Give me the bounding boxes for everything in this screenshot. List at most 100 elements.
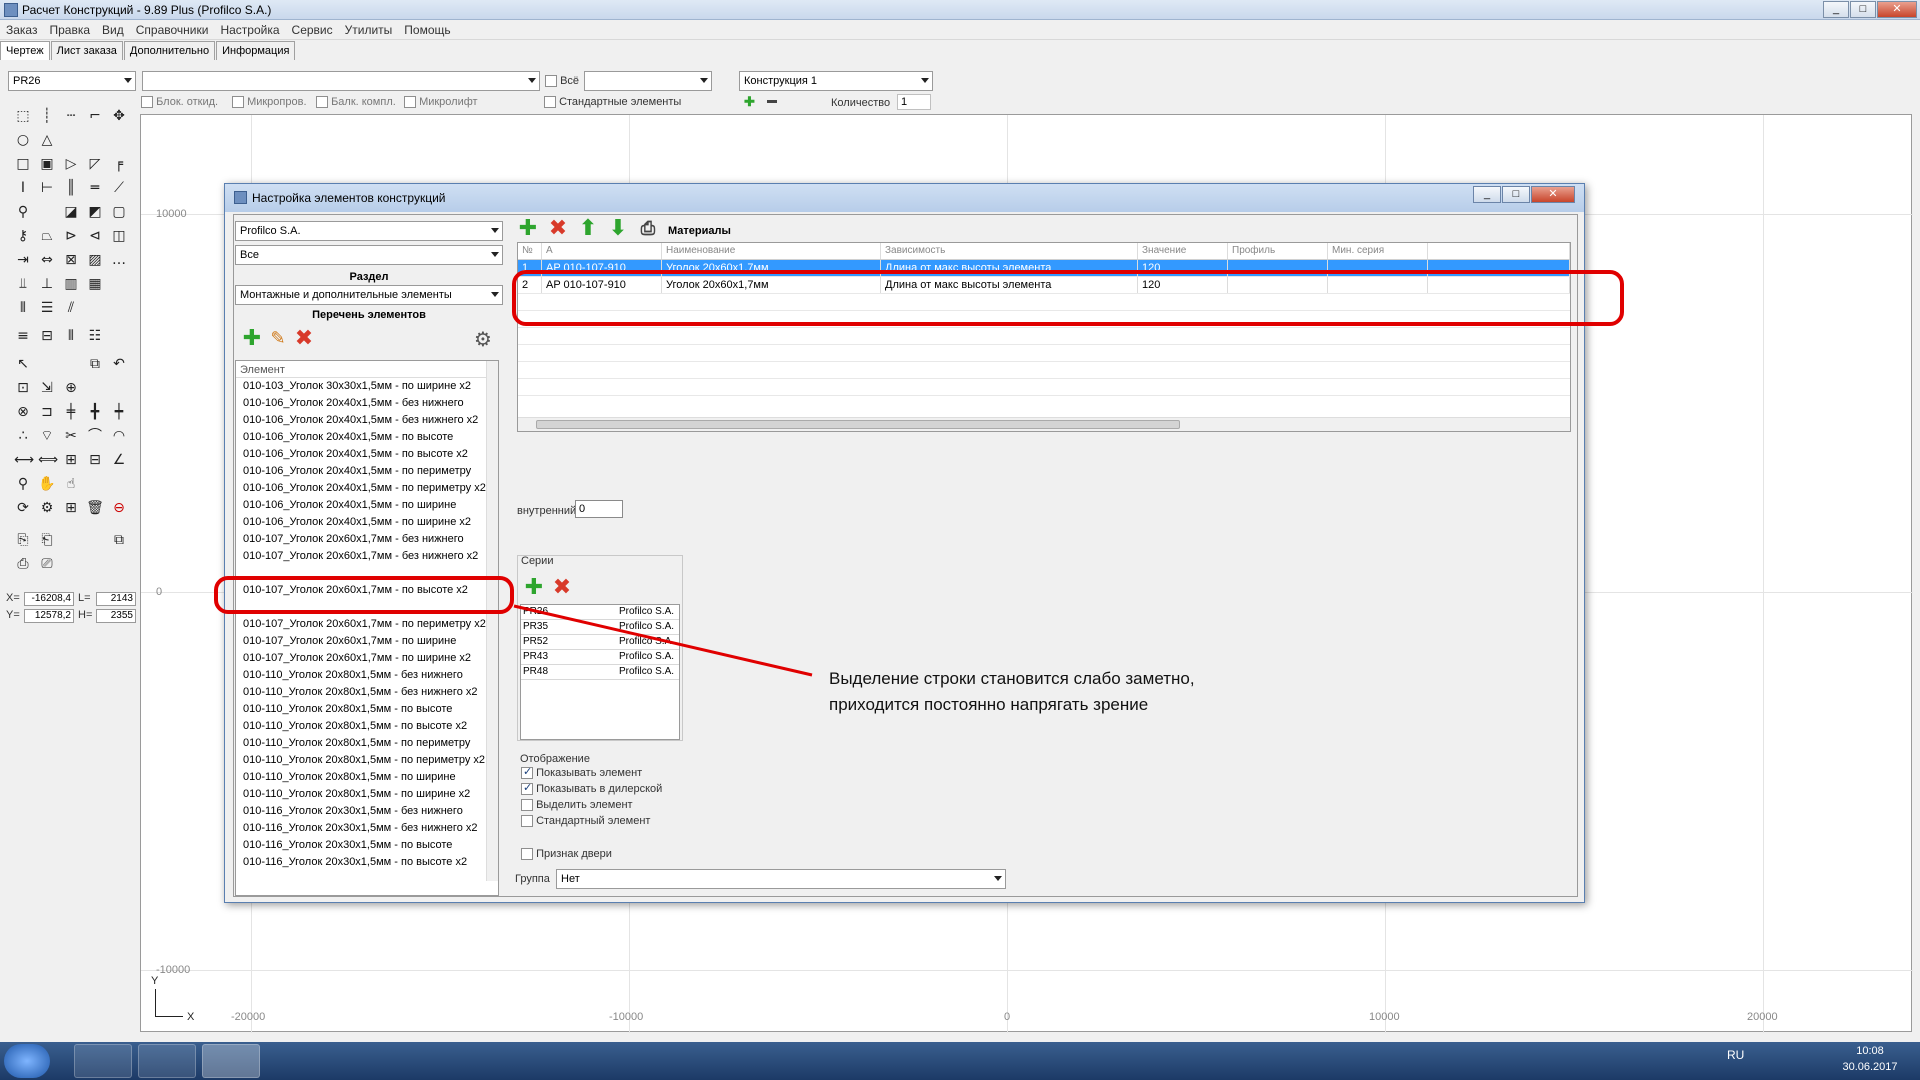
hinge-icon[interactable]: ⚲ [14,203,32,221]
series-row[interactable]: PR48 Profilco S.A. [521,665,679,680]
magnifier-icon[interactable]: ⚲ [14,475,32,493]
dim-v-icon[interactable]: ⟺ [38,451,58,469]
start-button[interactable] [4,1044,50,1078]
list-item[interactable]: 010-110_Уголок 20х80х1,5мм - без нижнего… [236,684,498,701]
menu-view[interactable]: Вид [96,20,130,37]
plus-dashed-icon[interactable]: ┿ [110,403,128,421]
dim-chain-icon[interactable]: ⊞ [62,451,80,469]
arc-icon[interactable]: ⌒ [86,427,104,445]
tab-additional[interactable]: Дополнительно [123,41,216,60]
list-item[interactable]: 010-106_Уголок 20х40х1,5мм - по ширине [236,497,498,514]
blinds-icon[interactable]: ⊟ [38,327,56,345]
add-element-icon[interactable]: ✚ [240,327,264,351]
move-up-icon[interactable]: ⬆ [576,217,600,241]
inner-input[interactable]: 0 [575,500,623,518]
zoom-window-icon[interactable]: ⧉ [86,355,104,373]
element-list[interactable]: Элемент 010-103_Уголок 30х30х1,5мм - по … [235,360,499,896]
maximize-button[interactable]: □ [1850,1,1876,18]
highlight-element-checkbox[interactable]: Выделить элемент [521,799,633,812]
layers-icon[interactable]: ⧉ [110,531,128,549]
clock-time[interactable]: 10:08 [1840,1045,1900,1057]
glass-icon[interactable]: ◩ [86,203,104,221]
more-icon[interactable]: … [110,251,128,269]
open-left-icon[interactable]: ⊲ [86,227,104,245]
chk-microlift[interactable]: Микролифт [404,96,478,109]
group-combo[interactable]: Нет [556,869,1006,889]
menu-order[interactable]: Заказ [0,20,43,37]
open-right-icon[interactable]: ⊳ [62,227,80,245]
series-row[interactable]: PR43 Profilco S.A. [521,650,679,665]
tab-info[interactable]: Информация [216,41,296,60]
anchor-icon[interactable]: ⊥ [38,275,56,293]
series-list[interactable]: PR26 Profilco S.A. PR35 Profilco S.A. PR52 Pr… [520,604,680,740]
show-element-checkbox[interactable]: Показывать элемент [521,765,642,780]
list-item[interactable]: 010-106_Уголок 20х40х1,5мм - без нижнего [236,395,498,412]
doc-list-icon[interactable]: ⎚ [38,555,56,573]
taskbar-chrome-icon[interactable] [138,1044,196,1078]
list-item[interactable]: 010-110_Уголок 20х80х1,5мм - по периметр… [236,735,498,752]
handle-icon[interactable]: ╒ [110,155,128,173]
list-item[interactable]: 010-107_Уголок 20х60х1,7мм - по периметр… [236,616,498,633]
arc-r-icon[interactable]: ◠ [110,427,128,445]
diagonal-icon[interactable]: ⟋ [110,179,128,197]
list-item[interactable]: 010-110_Уголок 20х80х1,5мм - без нижнего [236,667,498,684]
tilt-icon[interactable]: ◫ [110,227,128,245]
grid-icon[interactable]: ▦ [86,275,104,293]
sash-icon[interactable]: ◸ [86,155,104,173]
show-dealer-checkbox[interactable]: Показывать в дилерской [521,781,662,796]
standard-element-checkbox[interactable]: Стандартный элемент [521,815,650,828]
menu-help[interactable]: Помощь [398,20,456,37]
tab-drawing[interactable]: Чертеж [0,41,50,60]
materials-hscrollbar[interactable] [518,417,1570,431]
gear-icon[interactable]: ⚙ [471,327,495,351]
circle-icon[interactable]: ○ [14,131,32,149]
delete-material-icon[interactable]: ✖ [546,217,570,241]
chk-standard[interactable]: Стандартные элементы [544,96,681,109]
zoom-rect-icon[interactable]: ⊡ [14,379,32,397]
edit-element-icon[interactable]: ✎ [266,327,290,351]
taskbar-explorer-icon[interactable] [74,1044,132,1078]
list-item[interactable]: 010-116_Уголок 20х30х1,5мм - без нижнего… [236,820,498,837]
language-indicator[interactable]: RU [1727,1048,1744,1062]
menu-references[interactable]: Справочники [130,20,215,37]
all-checkbox[interactable]: Всё [545,75,579,88]
move-down-icon[interactable]: ⬇ [606,217,630,241]
series-row[interactable]: PR26 Profilco S.A. [521,605,679,620]
dialog-maximize-button[interactable]: □ [1502,186,1530,203]
list-item[interactable]: 010-106_Уголок 20х40х1,5мм - по периметр… [236,463,498,480]
chk-micro[interactable]: Микропров. [232,96,307,109]
list-item[interactable]: 010-106_Уголок 20х40х1,5мм - по высоте х… [236,446,498,463]
list-item[interactable]: 010-107_Уголок 20х60х1,7мм - без нижнего [236,531,498,548]
undo-icon[interactable]: ↶ [110,355,128,373]
measure-icon[interactable]: ⌐ [86,107,104,125]
menu-utilities[interactable]: Утилиты [339,20,399,37]
hatch-icon[interactable]: ▨ [86,251,104,269]
add-series-icon[interactable]: ✚ [522,576,546,600]
fit-icon[interactable]: ⊞ [62,499,80,517]
diag-bars-icon[interactable]: ⫽ [62,299,80,317]
square-icon[interactable]: □ [14,155,32,173]
slide-icon[interactable]: ⇔ [38,251,56,269]
dim-total-icon[interactable]: ⊟ [86,451,104,469]
print-icon[interactable]: ⎙ [636,217,660,241]
door-sign-checkbox[interactable]: Признак двери [521,848,612,861]
tab-order-sheet[interactable]: Лист заказа [50,41,123,60]
hand-icon[interactable]: ✋ [38,475,56,493]
list-item[interactable]: 010-110_Уголок 20х80х1,5мм - по ширине х… [236,786,498,803]
list-item[interactable]: 010-106_Уголок 20х40х1,5мм - по ширине х… [236,514,498,531]
series-row[interactable]: PR35 Profilco S.A. [521,620,679,635]
series-row[interactable]: PR52 Profilco S.A. [521,635,679,650]
settings-icon[interactable]: ⚙ [38,499,56,517]
construction-combo[interactable]: Конструкция 1 [739,71,933,91]
move-icon[interactable]: ✥ [110,107,128,125]
delete-element-icon[interactable]: ✖ [292,327,316,351]
delete-series-icon[interactable]: ✖ [550,576,574,600]
vline-dashed-icon[interactable]: ┊ [38,107,56,125]
list-item[interactable]: 010-116_Уголок 20х30х1,5мм - по высоте х… [236,854,498,871]
select-rect-icon[interactable]: ⬚ [14,107,32,125]
plus-icon[interactable]: ✚ [744,94,755,110]
minus-icon[interactable]: ▬ [767,95,777,106]
cross-icon[interactable]: ⊠ [62,251,80,269]
snap-icon[interactable]: ⇲ [38,379,56,397]
blank-combo[interactable] [142,71,540,91]
